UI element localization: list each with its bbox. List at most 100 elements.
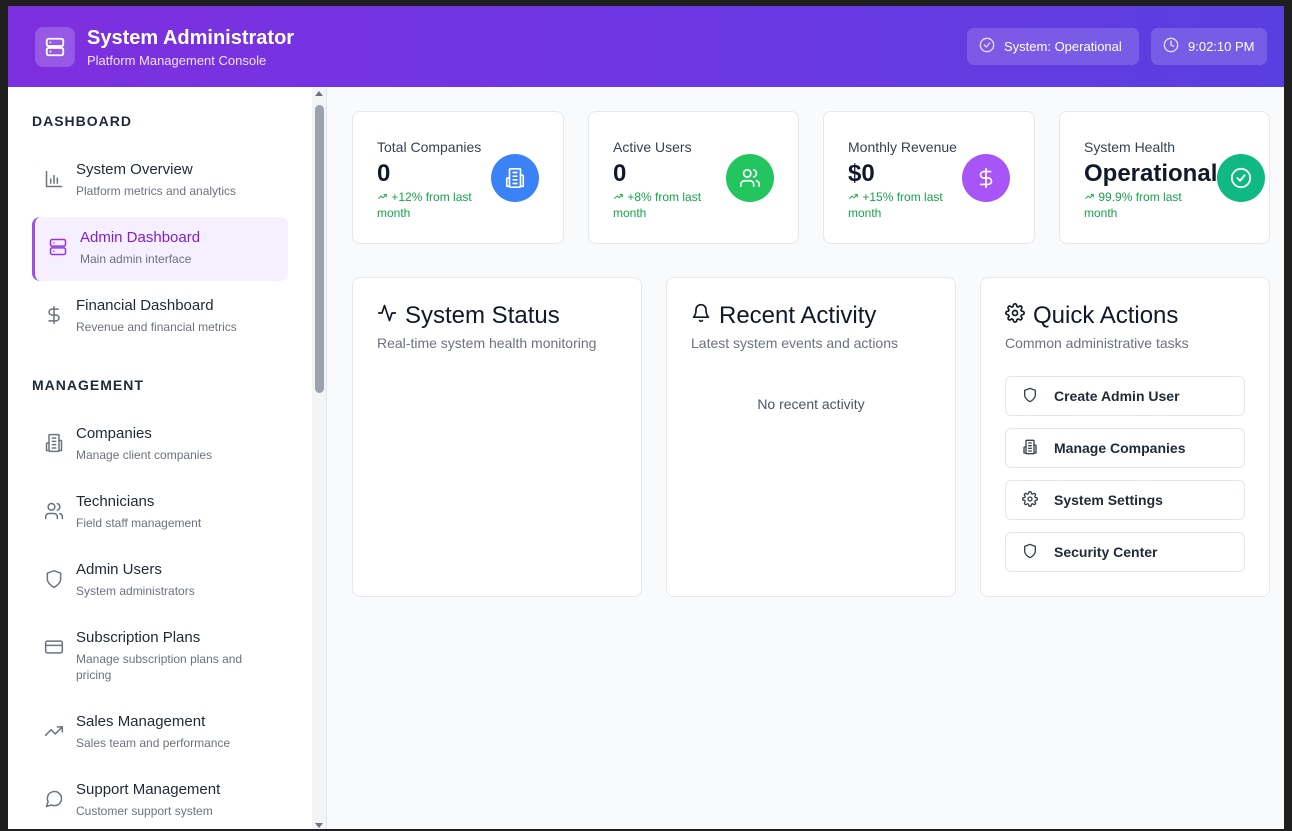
shield-icon: [1022, 543, 1038, 562]
dollar-icon: [44, 305, 64, 325]
stat-title: Active Users: [613, 139, 692, 155]
button-label: System Settings: [1054, 492, 1163, 508]
app-subtitle: Platform Management Console: [87, 53, 267, 68]
system-status-badge: System: Operational: [967, 28, 1139, 65]
sidebar-item-technicians[interactable]: Technicians Field staff management: [32, 481, 288, 545]
security-center-button[interactable]: Security Center: [1005, 532, 1245, 572]
stat-title: System Health: [1084, 139, 1176, 155]
system-status-label: System: Operational: [1004, 39, 1122, 54]
sidebar-item-desc: System administrators: [76, 584, 195, 598]
scrollbar-thumb[interactable]: [315, 105, 324, 393]
bell-icon: [691, 302, 711, 330]
top-header: System Administrator Platform Management…: [8, 6, 1284, 87]
sidebar-item-label: Companies: [76, 425, 152, 442]
trending-up-icon: [44, 721, 64, 741]
panel-title: Recent Activity: [691, 302, 876, 330]
gear-icon: [1005, 302, 1025, 330]
panel-subtitle: Real-time system health monitoring: [377, 335, 597, 351]
scroll-up-arrow-icon[interactable]: [315, 91, 323, 96]
sidebar-item-system-overview[interactable]: System Overview Platform metrics and ana…: [32, 149, 288, 213]
stat-trend: +12% from last month: [377, 189, 495, 221]
sidebar-item-label: Financial Dashboard: [76, 297, 214, 314]
sidebar-item-financial-dashboard[interactable]: Financial Dashboard Revenue and financia…: [32, 285, 288, 349]
section-title-dashboard: DASHBOARD: [32, 113, 132, 129]
sidebar: DASHBOARD System Overview Platform metri…: [8, 87, 327, 829]
panel-title-text: System Status: [405, 302, 560, 329]
sidebar-item-label: Admin Dashboard: [80, 229, 201, 246]
app-window: System Administrator Platform Management…: [8, 6, 1284, 829]
section-title-management: MANAGEMENT: [32, 377, 144, 393]
stat-trend: 99.9% from last month: [1084, 189, 1202, 221]
button-label: Security Center: [1054, 544, 1158, 560]
sidebar-item-desc: Manage subscription plans and pricing: [76, 652, 243, 682]
panel-title-text: Quick Actions: [1033, 302, 1179, 329]
system-settings-button[interactable]: System Settings: [1005, 480, 1245, 520]
scroll-down-arrow-icon[interactable]: [315, 823, 323, 828]
panel-subtitle: Latest system events and actions: [691, 335, 898, 351]
panel-title: Quick Actions: [1005, 302, 1178, 330]
bar-chart-icon: [44, 169, 64, 189]
sidebar-item-label: System Overview: [76, 161, 193, 178]
stat-card-monthly-revenue: Monthly Revenue $0 +15% from last month: [823, 111, 1035, 244]
sidebar-item-desc: Field staff management: [76, 516, 202, 530]
users-icon: [726, 154, 774, 202]
sidebar-item-desc: Main admin interface: [80, 252, 192, 266]
clock-icon: [1163, 37, 1179, 56]
sidebar-item-admin-dashboard[interactable]: Admin Dashboard Main admin interface: [32, 217, 288, 281]
stat-card-active-users: Active Users 0 +8% from last month: [588, 111, 799, 244]
shield-icon: [44, 569, 64, 589]
sidebar-item-desc: Customer support system: [76, 804, 213, 818]
stat-trend-text: +8% from last month: [613, 190, 702, 220]
stat-value: $0: [848, 160, 875, 187]
server-icon: [48, 237, 68, 257]
check-circle-icon: [1217, 154, 1265, 202]
stat-title: Monthly Revenue: [848, 139, 957, 155]
sidebar-item-label: Subscription Plans: [76, 629, 201, 646]
stat-trend: +8% from last month: [613, 189, 731, 221]
activity-icon: [377, 302, 397, 330]
empty-state-text: No recent activity: [757, 396, 865, 412]
stat-trend-text: +15% from last month: [848, 190, 943, 220]
app-title: System Administrator: [87, 27, 295, 49]
sidebar-item-desc: Platform metrics and analytics: [76, 184, 237, 198]
sidebar-item-desc: Sales team and performance: [76, 736, 231, 750]
sidebar-item-admin-users[interactable]: Admin Users System administrators: [32, 549, 288, 613]
building-icon: [1022, 439, 1038, 458]
create-admin-user-button[interactable]: Create Admin User: [1005, 376, 1245, 416]
panel-recent-activity: Recent Activity Latest system events and…: [666, 277, 956, 597]
gear-icon: [1022, 490, 1038, 510]
sidebar-item-support-management[interactable]: Support Management Customer support syst…: [32, 769, 288, 829]
trend-up-icon: [848, 190, 859, 204]
sidebar-item-label: Sales Management: [76, 713, 206, 730]
stat-value: Operational: [1084, 160, 1218, 187]
trend-up-icon: [377, 190, 388, 204]
manage-companies-button[interactable]: Manage Companies: [1005, 428, 1245, 468]
panel-subtitle: Common administrative tasks: [1005, 335, 1189, 351]
sidebar-item-label: Admin Users: [76, 561, 162, 578]
sidebar-item-label: Technicians: [76, 493, 155, 510]
panel-system-status: System Status Real-time system health mo…: [352, 277, 642, 597]
shield-icon: [1022, 387, 1038, 406]
sidebar-item-companies[interactable]: Companies Manage client companies: [32, 413, 288, 477]
dollar-icon: [962, 154, 1010, 202]
building-icon: [44, 433, 64, 453]
trend-up-icon: [613, 190, 624, 204]
panel-quick-actions: Quick Actions Common administrative task…: [980, 277, 1270, 597]
sidebar-item-subscription-plans[interactable]: Subscription Plans Manage subscription p…: [32, 617, 288, 697]
stat-value: 0: [377, 160, 391, 187]
sidebar-item-sales-management[interactable]: Sales Management Sales team and performa…: [32, 701, 288, 765]
stat-trend-text: +12% from last month: [377, 190, 472, 220]
button-label: Manage Companies: [1054, 440, 1186, 456]
stat-card-total-companies: Total Companies 0 +12% from last month: [352, 111, 564, 244]
trend-up-icon: [1084, 190, 1095, 204]
stat-value: 0: [613, 160, 627, 187]
stat-card-system-health: System Health Operational 99.9% from las…: [1059, 111, 1270, 244]
stat-trend-text: 99.9% from last month: [1084, 190, 1182, 220]
panel-title-text: Recent Activity: [719, 302, 877, 329]
building-icon: [491, 154, 539, 202]
server-logo-icon: [35, 27, 75, 67]
check-circle-icon: [979, 37, 995, 56]
stat-trend: +15% from last month: [848, 189, 966, 221]
credit-card-icon: [44, 637, 64, 657]
sidebar-item-desc: Manage client companies: [76, 448, 213, 462]
